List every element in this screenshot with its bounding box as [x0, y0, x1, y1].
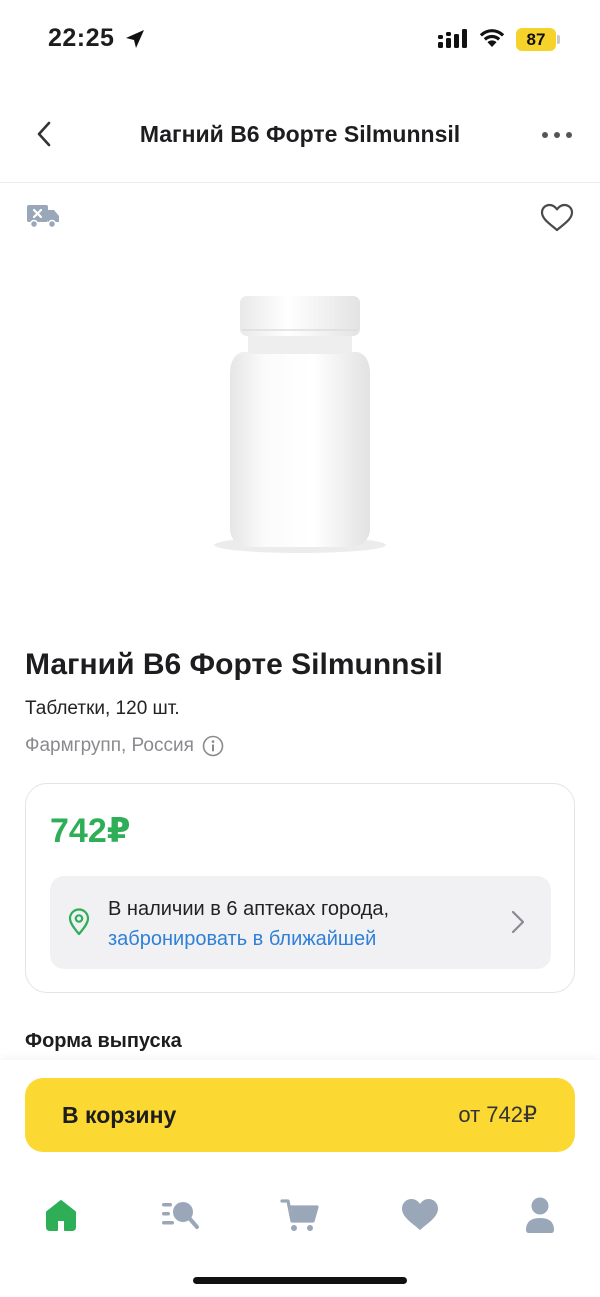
manufacturer-row: Фармгрупп, Россия	[25, 735, 224, 757]
battery-indicator: 87	[516, 28, 556, 51]
product-form: Таблетки, 120 шт.	[25, 698, 180, 719]
reserve-link[interactable]: забронировать в ближайшей	[108, 928, 376, 951]
product-price: 742₽	[50, 812, 131, 850]
form-section-title: Форма выпуска	[25, 1030, 182, 1052]
tab-catalog-search[interactable]	[150, 1190, 210, 1240]
more-dots-icon[interactable]	[540, 123, 574, 147]
add-to-cart-price: от 742₽	[458, 1102, 537, 1127]
chevron-right-icon	[511, 910, 525, 934]
cellular-signal-icon	[438, 29, 467, 48]
battery-tip	[557, 35, 560, 44]
location-arrow-icon	[126, 30, 144, 48]
info-icon[interactable]	[202, 735, 224, 757]
tab-home[interactable]	[31, 1190, 91, 1240]
tab-favorites[interactable]	[390, 1190, 450, 1240]
bottom-panel: В корзину от 742₽	[0, 1060, 600, 1297]
home-icon	[46, 1200, 76, 1231]
tab-cart[interactable]	[270, 1190, 330, 1240]
heart-icon	[402, 1199, 438, 1230]
wifi-icon	[479, 29, 505, 47]
truck-cross-icon	[27, 205, 59, 229]
tab-bar	[0, 1190, 600, 1240]
nav-header: Магний В6 Форте Silmunnsil	[0, 95, 600, 183]
chevron-left-icon[interactable]	[30, 119, 60, 149]
catalog-search-icon	[162, 1202, 199, 1229]
availability-text: В наличии в 6 аптеках города,	[108, 898, 390, 920]
heart-outline-icon[interactable]	[540, 203, 574, 233]
tab-profile[interactable]	[510, 1190, 570, 1240]
add-to-cart-button[interactable]: В корзину от 742₽	[25, 1078, 575, 1152]
home-indicator	[193, 1277, 407, 1284]
availability-row[interactable]: В наличии в 6 аптеках города, заброниров…	[50, 876, 551, 969]
status-time: 22:25	[48, 24, 115, 52]
product-title: Магний В6 Форте Silmunnsil	[25, 648, 443, 681]
product-image	[214, 296, 386, 553]
price-card: 742₽ В наличии в 6 аптеках города, забро…	[25, 783, 575, 993]
add-to-cart-label: В корзину	[62, 1102, 177, 1128]
location-pin-icon	[68, 908, 90, 936]
cart-icon	[280, 1199, 319, 1231]
page-title: Магний В6 Форте Silmunnsil	[139, 121, 461, 147]
profile-icon	[526, 1197, 554, 1233]
manufacturer-text: Фармгрупп, Россия	[25, 735, 194, 756]
status-bar: 22:25 87	[0, 0, 600, 80]
